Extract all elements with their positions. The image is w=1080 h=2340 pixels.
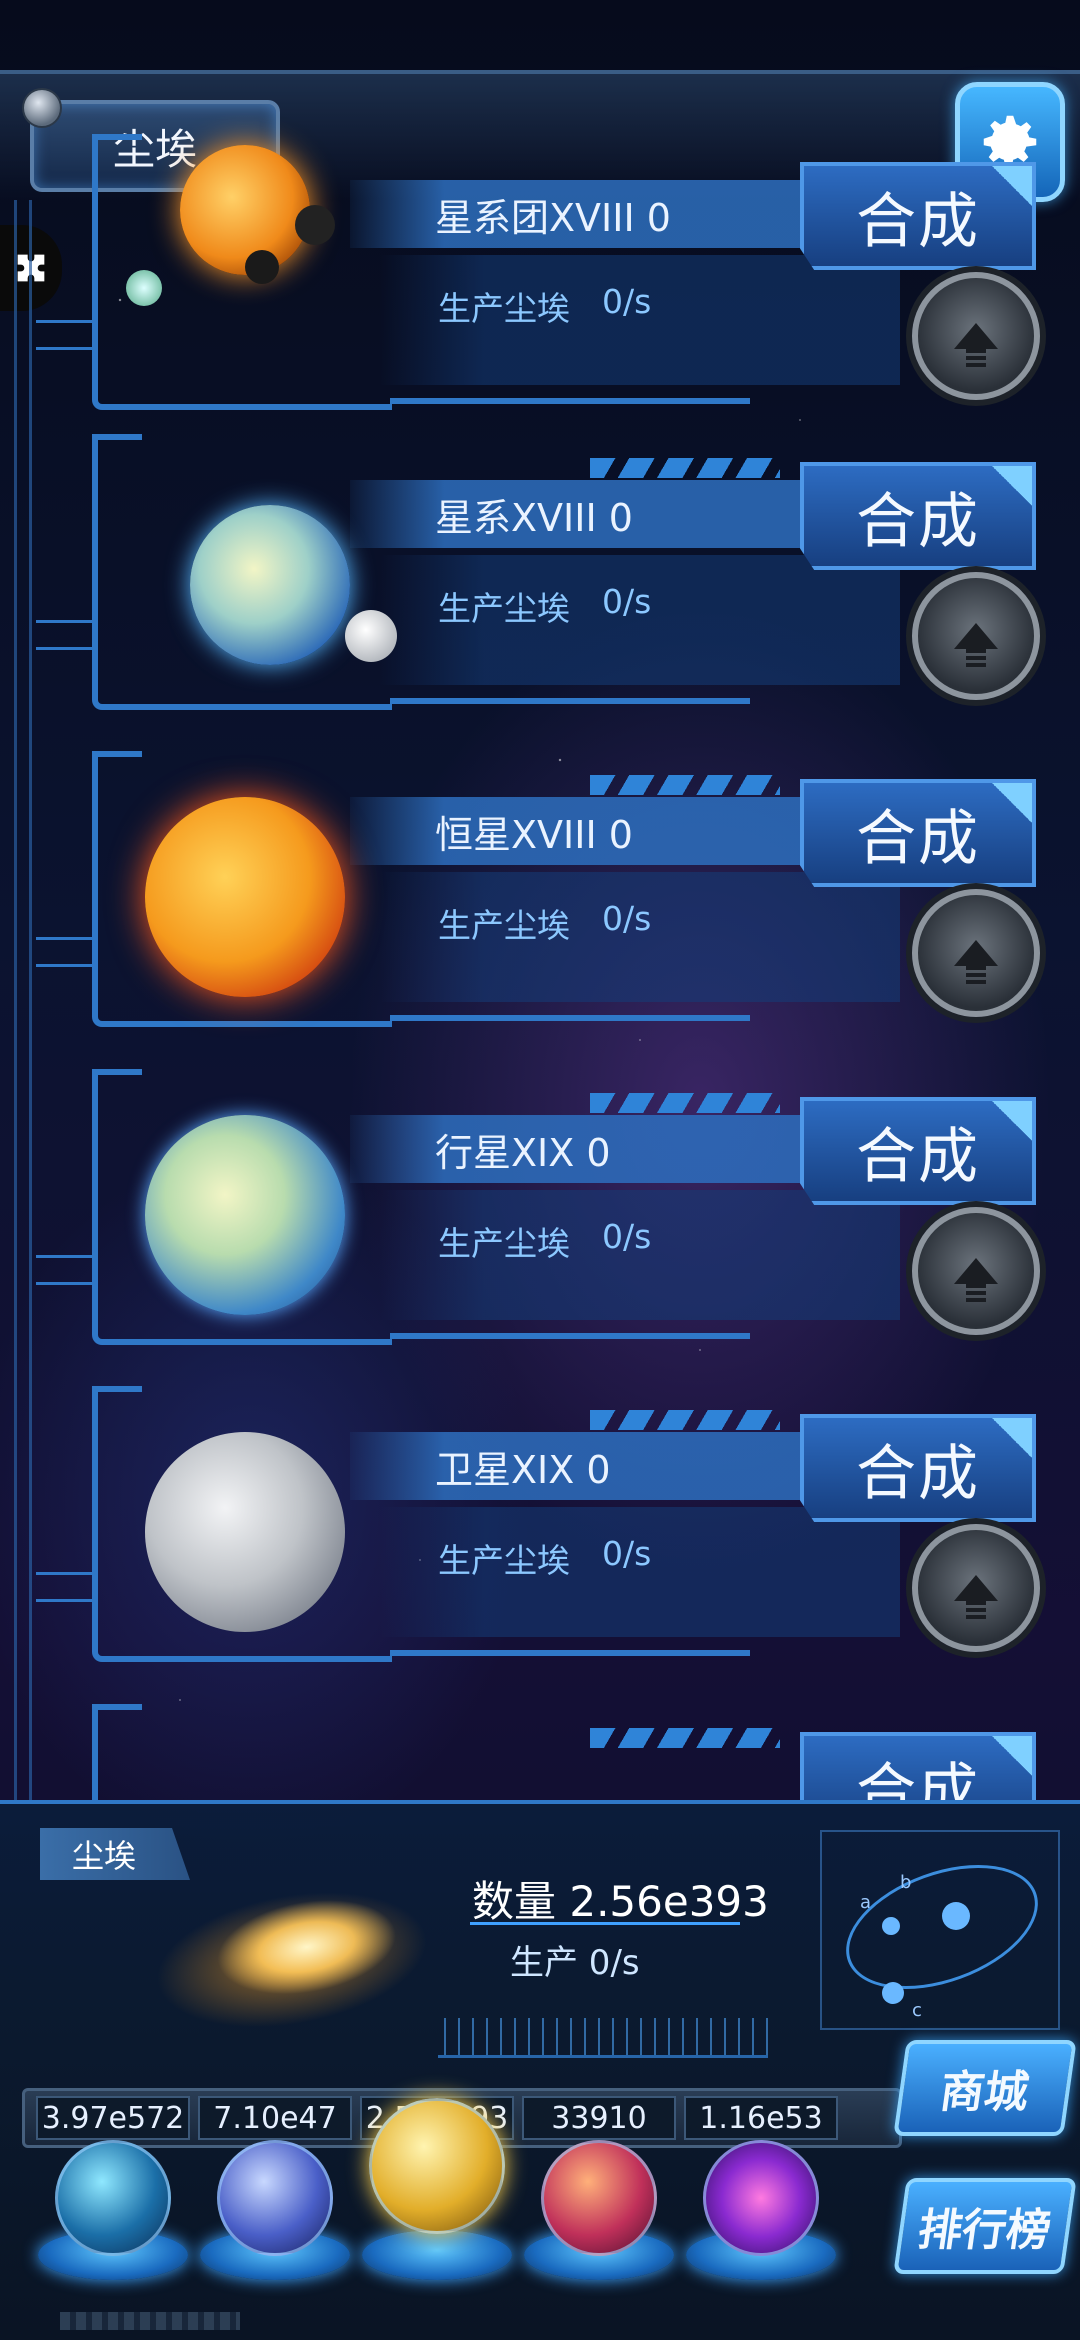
item-row-partial: 合成	[0, 1690, 1080, 1800]
prod-value: 0/s	[602, 582, 652, 621]
upgrade-button[interactable]	[912, 1524, 1040, 1652]
merge-button[interactable]: 合成	[800, 162, 1036, 270]
quantity-underline	[470, 1922, 740, 1925]
upgrade-arrow-icon	[954, 1258, 998, 1302]
orbit-label-c: c	[912, 2000, 922, 2021]
prod-label: 生产尘埃	[438, 906, 570, 945]
item-row: 星系团XVIII 0 生产尘埃 0/s 合成	[0, 120, 1080, 420]
stat-brain: 33910	[522, 2096, 676, 2140]
item-row: 卫星XIX 0 生产尘埃 0/s 合成	[0, 1372, 1080, 1672]
row-wires	[36, 937, 96, 967]
row-underline	[390, 698, 750, 704]
row-stripes	[590, 1410, 780, 1430]
prod-label: 生产尘埃	[438, 1224, 570, 1263]
nebula-orb-icon[interactable]	[369, 2098, 505, 2234]
prod-label: 生产尘埃	[438, 589, 570, 628]
prod-label: 生产尘埃	[438, 1541, 570, 1580]
mini-planet-icon	[126, 270, 162, 306]
item-name: 行星XIX 0	[350, 1115, 820, 1183]
orbit-ring	[829, 1841, 1055, 2013]
merge-button[interactable]: 合成	[800, 1732, 1036, 1800]
orbit-label-b: b	[900, 1872, 912, 1893]
bottom-strip	[60, 2312, 240, 2330]
item-row: 星系XVIII 0 生产尘埃 0/s 合成	[0, 420, 1080, 720]
row-wires	[36, 1255, 96, 1285]
row-bracket	[92, 1704, 392, 1800]
shop-button[interactable]: 商城	[893, 2040, 1077, 2136]
stat-portal: 1.16e53	[684, 2096, 838, 2140]
production-label: 生产 0/s	[510, 1943, 640, 1983]
stat-molecule: 3.97e572	[36, 2096, 190, 2140]
merge-button[interactable]: 合成	[800, 1414, 1036, 1522]
merge-button[interactable]: 合成	[800, 1097, 1036, 1205]
orbit-dot	[882, 1917, 900, 1935]
prod-label: 生产尘埃	[438, 289, 570, 328]
item-name: 恒星XVIII 0	[350, 797, 820, 865]
upgrade-arrow-icon	[954, 940, 998, 984]
item-row: 行星XIX 0 生产尘埃 0/s 合成	[0, 1055, 1080, 1355]
stat-energy: 7.10e47	[198, 2096, 352, 2140]
row-underline	[390, 1650, 750, 1656]
upgrade-arrow-icon	[954, 1575, 998, 1619]
upgrade-button[interactable]	[912, 1207, 1040, 1335]
orbit-dot	[942, 1902, 970, 1930]
molecule-orb-icon[interactable]	[55, 2140, 171, 2256]
orbit-diagram: a b c	[820, 1830, 1060, 2030]
orb-pedestal	[362, 2230, 512, 2280]
brain-orb-icon[interactable]	[541, 2140, 657, 2256]
portal-orb-icon[interactable]	[703, 2140, 819, 2256]
upgrade-button[interactable]	[912, 889, 1040, 1017]
row-underline	[390, 1333, 750, 1339]
row-wires	[36, 320, 96, 350]
item-name: 星系团XVIII 0	[350, 180, 820, 248]
prod-value: 0/s	[602, 1217, 652, 1256]
row-underline	[390, 398, 750, 404]
prod-value: 0/s	[602, 282, 652, 321]
row-stripes	[590, 775, 780, 795]
upgrade-button[interactable]	[912, 272, 1040, 400]
row-wires	[36, 1572, 96, 1602]
item-name: 星系XVIII 0	[350, 480, 820, 548]
merge-button[interactable]: 合成	[800, 462, 1036, 570]
leaderboard-button[interactable]: 排行榜	[893, 2178, 1077, 2274]
moon-icon	[145, 1432, 345, 1632]
upgrade-button[interactable]	[912, 572, 1040, 700]
galaxy-icon	[190, 505, 350, 665]
item-name: 卫星XIX 0	[350, 1432, 820, 1500]
prod-value: 0/s	[602, 1534, 652, 1573]
row-stripes	[590, 1728, 780, 1748]
moon-icon	[345, 610, 397, 662]
orbit-dot	[882, 1982, 904, 2004]
merge-button[interactable]: 合成	[800, 779, 1036, 887]
mini-planet-icon	[295, 205, 335, 245]
row-wires	[36, 620, 96, 650]
upgrade-arrow-icon	[954, 323, 998, 367]
row-stripes	[590, 1093, 780, 1113]
galaxy-cluster-icon	[180, 145, 310, 275]
waveform-graphic	[438, 2018, 768, 2058]
item-row: 恒星XVIII 0 生产尘埃 0/s 合成	[0, 737, 1080, 1037]
lightning-orb-icon[interactable]	[217, 2140, 333, 2256]
orbit-label-a: a	[860, 1892, 872, 1913]
star-icon	[145, 797, 345, 997]
row-stripes	[590, 458, 780, 478]
prod-value: 0/s	[602, 899, 652, 938]
planet-icon	[145, 1115, 345, 1315]
quantity-label: 数量 2.56e393	[472, 1877, 769, 1926]
mini-planet-icon	[245, 250, 279, 284]
upgrade-arrow-icon	[954, 623, 998, 667]
row-underline	[390, 1015, 750, 1021]
